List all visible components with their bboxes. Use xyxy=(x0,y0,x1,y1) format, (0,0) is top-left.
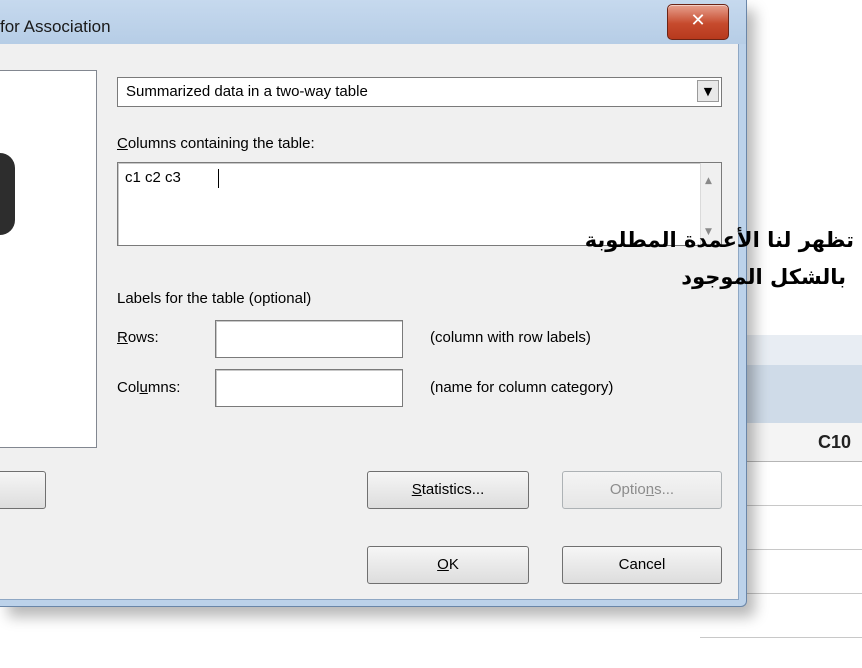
statistics-button[interactable]: Statistics... xyxy=(367,471,529,509)
options-button[interactable]: Options... xyxy=(562,471,722,509)
chi-square-dialog: for Association ✕ Summarized data in a t… xyxy=(0,0,747,607)
columns-table-label: Columns containing the table: xyxy=(117,135,315,152)
dialog-client-area: Summarized data in a two-way table ▼ Col… xyxy=(0,44,739,600)
dropdown-arrow-icon[interactable]: ▼ xyxy=(697,80,719,102)
annotation-line-1: تظهر لنا الأعمدة المطلوبة xyxy=(584,228,854,252)
list-graphic xyxy=(0,153,15,235)
columns-hint: (name for column category) xyxy=(430,379,614,396)
dropdown-selected-value: Summarized data in a two-way table xyxy=(126,83,368,100)
rows-label: Rows: xyxy=(117,329,159,346)
close-button[interactable]: ✕ xyxy=(667,4,729,40)
columns-category-label: Columns: xyxy=(117,379,181,396)
rows-input[interactable] xyxy=(215,320,403,358)
columns-category-input[interactable] xyxy=(215,369,403,407)
variable-list[interactable] xyxy=(0,70,97,448)
labels-section-heading: Labels for the table (optional) xyxy=(117,290,312,307)
worksheet-row-line xyxy=(700,637,862,638)
close-icon: ✕ xyxy=(690,10,706,31)
select-button[interactable] xyxy=(0,471,46,509)
data-source-dropdown[interactable]: Summarized data in a two-way table ▼ xyxy=(117,77,722,107)
columns-input-value: c1 c2 c3 xyxy=(125,169,181,186)
title-bar[interactable]: for Association ✕ xyxy=(0,0,746,44)
window-title: for Association xyxy=(0,17,111,36)
text-caret xyxy=(218,169,219,188)
scroll-up-icon[interactable]: ▲ xyxy=(705,176,712,186)
ok-button[interactable]: OK xyxy=(367,546,529,584)
annotation-line-2: بالشكل الموجود xyxy=(681,265,846,289)
column-header-label: C10 xyxy=(818,432,852,452)
rows-hint: (column with row labels) xyxy=(430,329,591,346)
cancel-button[interactable]: Cancel xyxy=(562,546,722,584)
